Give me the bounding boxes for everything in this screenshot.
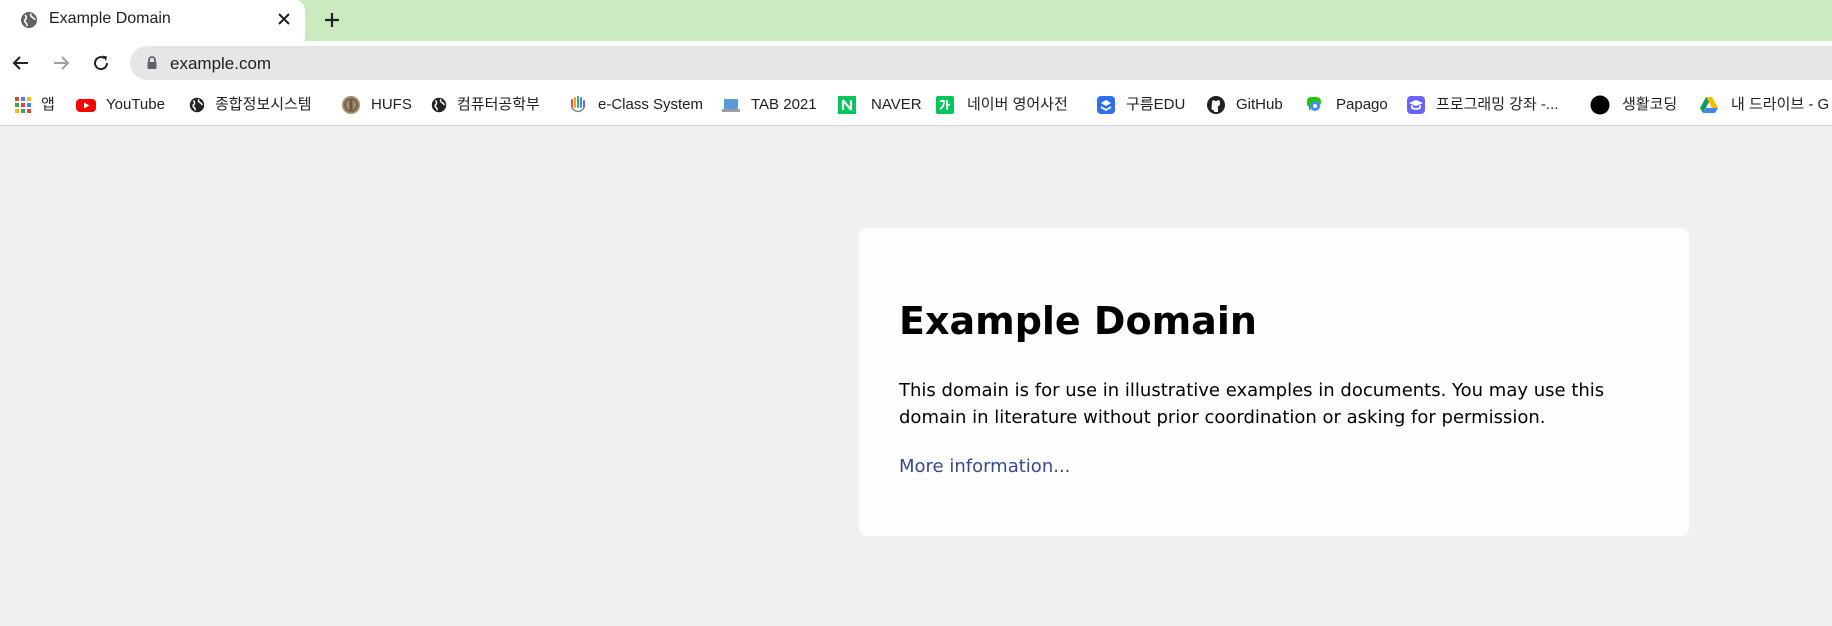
tab-strip: Example Domain	[0, 0, 1832, 41]
globe-icon	[19, 10, 39, 30]
globe-icon	[187, 95, 207, 115]
plus-icon[interactable]	[320, 8, 344, 32]
url-text: example.com	[170, 54, 272, 73]
bookmark-hufs[interactable]: HUFS	[341, 93, 412, 117]
bookmark-label: 컴퓨터공학부	[457, 96, 540, 113]
bookmark-label: TAB 2021	[751, 96, 817, 113]
reload-icon[interactable]	[88, 50, 114, 76]
bookmark-label: 네이버 영어사전	[967, 96, 1068, 113]
bookmark-naver-dict[interactable]: 네이버 영어사전	[935, 93, 1068, 117]
google-drive-icon	[1699, 95, 1719, 115]
lock-icon[interactable]	[144, 55, 160, 71]
bookmark-opentutorials[interactable]: 생활코딩	[1590, 93, 1677, 117]
bookmark-label: 구름EDU	[1126, 96, 1186, 113]
close-icon[interactable]	[274, 9, 294, 29]
bookmark-programming[interactable]: 프로그래밍 강좌 -...	[1406, 93, 1558, 117]
arrow-right-icon[interactable]	[48, 50, 74, 76]
bookmark-cse[interactable]: 컴퓨터공학부	[429, 93, 540, 117]
bookmark-label: 내 드라이브 - G	[1731, 96, 1830, 113]
bookmark-label: NAVER	[871, 96, 922, 113]
tab-example-domain[interactable]: Example Domain	[0, 0, 305, 41]
bookmark-tab2021[interactable]: TAB 2021	[721, 93, 817, 117]
content-card: Example Domain This domain is for use in…	[859, 228, 1689, 536]
black-circle-icon	[1590, 95, 1610, 115]
bookmark-label: YouTube	[106, 96, 165, 113]
laptop-icon	[721, 95, 741, 115]
bookmark-eclass[interactable]: e-Class System	[568, 93, 703, 117]
bookmark-label: e-Class System	[598, 96, 704, 113]
goorm-icon	[1096, 95, 1116, 115]
naver-dictionary-icon	[935, 95, 955, 115]
page-paragraph: This domain is for use in illustrative e…	[899, 380, 1605, 428]
papago-icon	[1304, 95, 1324, 115]
bookmark-label: 종합정보시스템	[215, 96, 312, 113]
bookmark-label: GitHub	[1236, 96, 1283, 113]
arrow-left-icon[interactable]	[8, 50, 34, 76]
bookmark-naver[interactable]: NAVER	[837, 93, 922, 117]
bookmark-label: 앱	[41, 96, 55, 113]
bookmark-label: Papago	[1336, 96, 1388, 113]
youtube-icon	[76, 95, 96, 115]
bookmark-google-drive[interactable]: 내 드라이브 - G	[1699, 93, 1829, 117]
bookmark-papago[interactable]: Papago	[1304, 93, 1388, 117]
bookmark-label: 프로그래밍 강좌 -...	[1436, 96, 1559, 113]
apps-grid-icon	[13, 95, 33, 115]
more-information-link[interactable]: More information...	[899, 453, 1070, 480]
bookmark-portal[interactable]: 종합정보시스템	[187, 93, 312, 117]
page-heading: Example Domain	[899, 299, 1257, 343]
address-bar[interactable]: example.com	[130, 46, 1832, 80]
bookmark-youtube[interactable]: YouTube	[76, 93, 165, 117]
bookmark-label: HUFS	[371, 96, 412, 113]
hand-logo-icon	[568, 95, 588, 115]
globe-icon	[429, 95, 449, 115]
bookmark-goorm[interactable]: 구름EDU	[1096, 93, 1185, 117]
hufs-logo-icon	[341, 95, 361, 115]
bookmarks-bar: 앱 YouTube 종합정보시스템 HUFS 컴퓨터공학부 e-Class Sy…	[0, 84, 1832, 126]
github-icon	[1206, 95, 1226, 115]
bookmark-github[interactable]: GitHub	[1206, 93, 1283, 117]
graduation-cap-icon	[1406, 95, 1426, 115]
toolbar: example.com	[0, 41, 1832, 84]
bookmark-label: 생활코딩	[1622, 96, 1678, 113]
tab-title: Example Domain	[49, 10, 171, 27]
bookmark-apps[interactable]: 앱	[13, 93, 55, 117]
naver-icon	[837, 95, 857, 115]
